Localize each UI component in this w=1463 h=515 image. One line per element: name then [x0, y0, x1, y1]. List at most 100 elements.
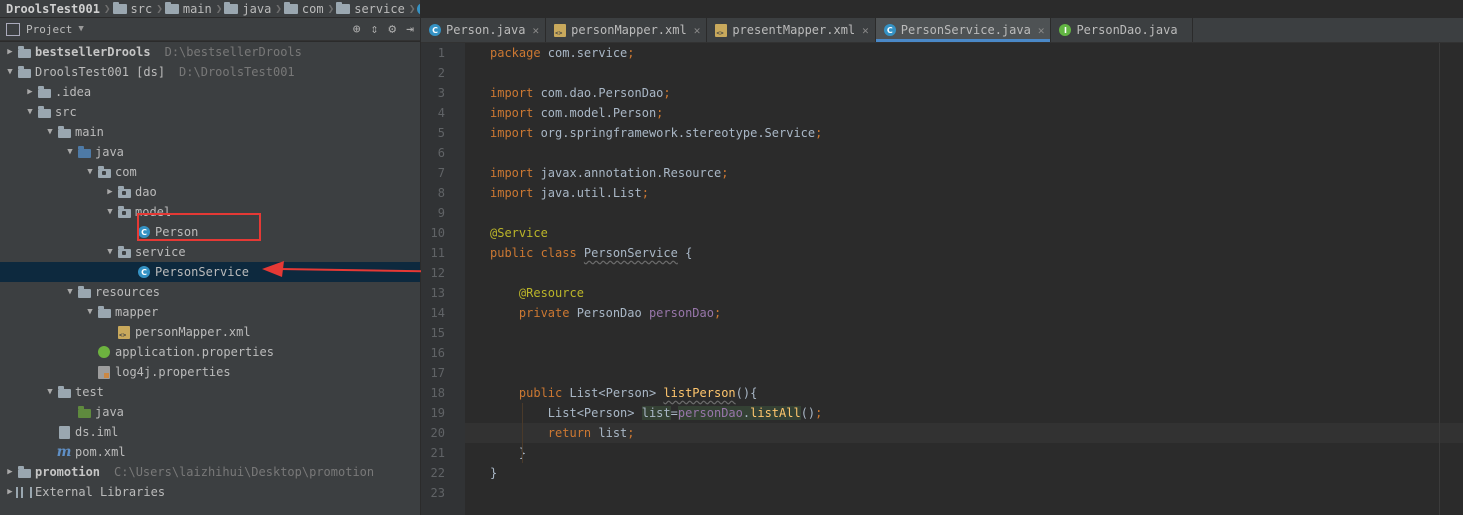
breadcrumb-item[interactable]: CPersonService: [415, 0, 420, 17]
code-token: ;: [627, 426, 635, 440]
tree-item[interactable]: ▶ External Libraries: [0, 482, 420, 502]
tab-personservice-java[interactable]: C PersonService.java ✕: [875, 18, 1052, 42]
tree-item[interactable]: ▶ promotion C:\Users\laizhihui\Desktop\pro…: [0, 462, 420, 482]
chevron-down-icon[interactable]: ▼: [84, 302, 96, 322]
tree-item[interactable]: ▼ src: [0, 102, 420, 122]
code-token: list: [641, 406, 671, 420]
folder-icon: [336, 1, 351, 14]
chevron-down-icon[interactable]: ▼: [84, 162, 96, 182]
project-panel-title[interactable]: Project: [26, 23, 72, 36]
code-line[interactable]: return list;: [490, 423, 635, 443]
code-line[interactable]: }: [490, 443, 526, 463]
code-token: }: [490, 446, 527, 460]
tree-item[interactable]: C PersonService: [0, 262, 420, 282]
tree-item[interactable]: ▼ mapper: [0, 302, 420, 322]
breadcrumb: DroolsTest001 ❯ src ❯ main ❯ java ❯ com ❯ service ❯…: [0, 0, 420, 18]
tree-item-label: application.properties: [115, 345, 274, 359]
line-number: 16: [430, 346, 445, 360]
code-line[interactable]: @Resource: [490, 283, 584, 303]
tree-item[interactable]: ▶ bestsellerDrools D:\bestsellerDrools: [0, 42, 420, 62]
chevron-down-icon[interactable]: ▼: [24, 102, 36, 122]
code-line[interactable]: package com.service;: [490, 43, 635, 63]
code-line[interactable]: public List<Person> listPerson(){: [490, 383, 757, 403]
code-line[interactable]: import javax.annotation.Resource;: [490, 163, 728, 183]
tree-item[interactable]: C Person: [0, 222, 420, 242]
code-token: PersonDao: [576, 306, 649, 320]
chevron-down-icon[interactable]: ▼: [104, 202, 116, 222]
tree-item-label: resources: [95, 285, 161, 299]
package-icon: [117, 185, 131, 198]
code-line[interactable]: public class PersonService {: [490, 243, 692, 263]
code-line[interactable]: List<Person> list=personDao.listAll();: [490, 403, 822, 423]
tab-person-java[interactable]: C Person.java ✕: [421, 18, 547, 42]
tree-item[interactable]: ▼ com: [0, 162, 420, 182]
chevron-right-icon[interactable]: ▶: [4, 42, 16, 62]
tree-item-label: com: [115, 165, 137, 179]
tree-item[interactable]: java: [0, 402, 420, 422]
code-token: =: [670, 406, 678, 420]
close-icon[interactable]: ✕: [694, 24, 701, 37]
chevron-down-icon[interactable]: ▼: [44, 382, 56, 402]
breadcrumb-item[interactable]: java: [222, 0, 275, 17]
chevron-down-icon[interactable]: ▼: [64, 142, 76, 162]
tree-item[interactable]: ▼ model: [0, 202, 420, 222]
code-token: List<Person>: [569, 386, 664, 400]
tree-item[interactable]: ▼ main: [0, 122, 420, 142]
chevron-down-icon[interactable]: ▼: [44, 122, 56, 142]
breadcrumb-item[interactable]: DroolsTest001: [0, 0, 104, 17]
tree-item[interactable]: ▶ .idea: [0, 82, 420, 102]
code-editor[interactable]: 1 2 3 4 5 6 7 8 9 10 11 12 13 14 15 16 17 18 19 20 21 22 23 pa…: [421, 43, 1463, 515]
tree-item[interactable]: ▼ java: [0, 142, 420, 162]
code-line[interactable]: private PersonDao personDao;: [490, 303, 721, 323]
gear-icon[interactable]: ⚙: [388, 22, 396, 37]
hide-icon[interactable]: ⇥: [406, 22, 414, 37]
chevron-down-icon[interactable]: ▼: [104, 242, 116, 262]
code-line[interactable]: import com.dao.PersonDao;: [490, 83, 671, 103]
breadcrumb-item[interactable]: src: [111, 0, 157, 17]
tree-item[interactable]: application.properties: [0, 342, 420, 362]
tree-item[interactable]: personMapper.xml: [0, 322, 420, 342]
class-icon: C: [417, 2, 420, 15]
locate-icon[interactable]: ⊕: [353, 22, 361, 37]
line-number-gutter: 1 2 3 4 5 6 7 8 9 10 11 12 13 14 15 16 17 18 19 20 21 22 23: [421, 43, 465, 515]
tree-item[interactable]: log4j.properties: [0, 362, 420, 382]
code-token: List<Person>: [490, 406, 642, 420]
tree-item[interactable]: ▼ test: [0, 382, 420, 402]
close-icon[interactable]: ✕: [862, 24, 869, 37]
package-icon: [97, 165, 111, 178]
collapse-icon[interactable]: ⇕: [371, 22, 379, 37]
chevron-right-icon[interactable]: ▶: [104, 182, 116, 202]
close-icon[interactable]: ✕: [1038, 24, 1045, 37]
tree-item[interactable]: ▼ resources: [0, 282, 420, 302]
code-line[interactable]: import com.model.Person;: [490, 103, 663, 123]
code-line[interactable]: import org.springframework.stereotype.Se…: [490, 123, 822, 143]
breadcrumb-item[interactable]: com: [282, 0, 328, 17]
tree-item[interactable]: ▼ DroolsTest001 [ds] D:\DroolsTest001: [0, 62, 420, 82]
code-line[interactable]: @Service: [490, 223, 548, 243]
code-token: (): [800, 406, 816, 420]
line-number: 18: [430, 386, 445, 400]
chevron-right-icon[interactable]: ▶: [4, 482, 16, 502]
code-line[interactable]: import java.util.List;: [490, 183, 649, 203]
tab-label: presentMapper.xml: [732, 23, 856, 37]
tab-personmapper-xml[interactable]: personMapper.xml ✕: [546, 18, 708, 42]
breadcrumb-item[interactable]: main: [163, 0, 216, 17]
tree-icon-wrap: [56, 122, 72, 142]
tree-item[interactable]: ds.iml: [0, 422, 420, 442]
code-line[interactable]: }: [490, 463, 497, 483]
chevron-down-icon[interactable]: ▼: [78, 24, 83, 34]
tree-item[interactable]: m pom.xml: [0, 442, 420, 462]
line-number: 4: [437, 106, 445, 120]
tree-item[interactable]: ▶ dao: [0, 182, 420, 202]
tree-item[interactable]: ▼ service: [0, 242, 420, 262]
chevron-right-icon[interactable]: ▶: [24, 82, 36, 102]
breadcrumb-item[interactable]: service: [334, 0, 409, 17]
chevron-down-icon[interactable]: ▼: [4, 62, 16, 82]
chevron-right-icon[interactable]: ▶: [4, 462, 16, 482]
tab-persondao-java[interactable]: I PersonDao.java: [1051, 18, 1193, 42]
chevron-down-icon[interactable]: ▼: [64, 282, 76, 302]
folder-icon: [57, 125, 71, 138]
tab-presentmapper-xml[interactable]: presentMapper.xml ✕: [707, 18, 876, 42]
close-icon[interactable]: ✕: [532, 24, 539, 37]
